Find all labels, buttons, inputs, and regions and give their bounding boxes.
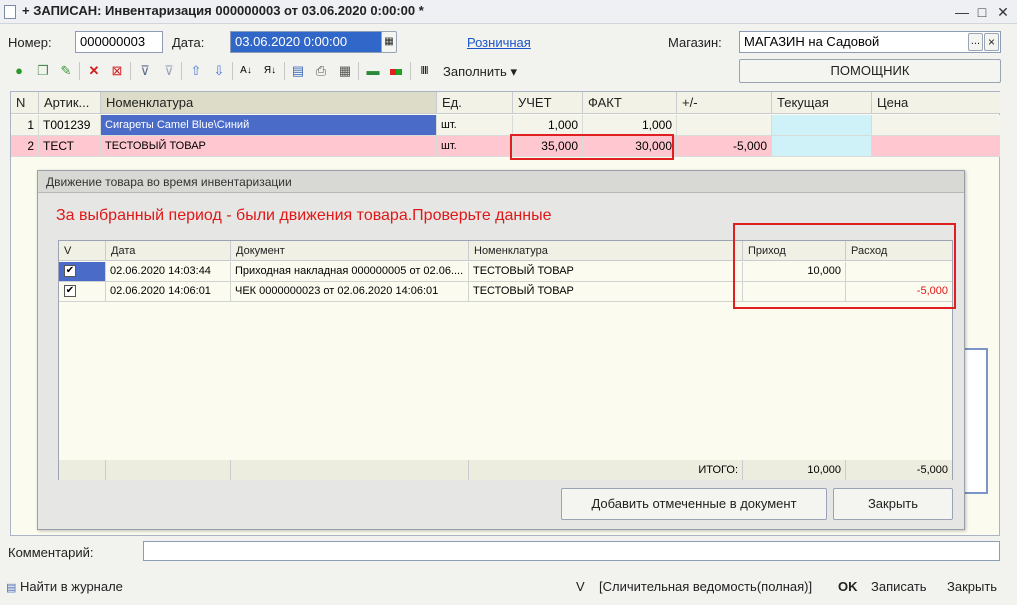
dialog-close-button[interactable]: Закрыть [833,488,953,520]
col-header-current[interactable]: Текущая [772,92,872,114]
highlight-frame [733,223,956,309]
comparison-report-link[interactable]: [Сличительная ведомость(полная)] [599,576,812,598]
row-article[interactable]: ТЕСТ [39,136,101,157]
save-button[interactable]: Записать [871,576,927,598]
highlight-frame [510,134,674,160]
total-expense: -5,000 [846,460,952,480]
find-journal-button[interactable]: ▤ Найти в журнале [6,576,123,599]
date-field[interactable]: 03.06.2020 0:00:00 [230,31,382,53]
filter-icon[interactable]: ⊽ [137,63,153,79]
col-header-unit[interactable]: Ед. [437,92,513,114]
row-item[interactable]: ТЕСТОВЫЙ ТОВАР [469,282,743,302]
store-label: Магазин: [668,35,722,50]
row-diff[interactable] [677,115,772,136]
row-checkbox[interactable]: ✔ [64,285,76,297]
move-up-icon[interactable]: ⇧ [188,63,204,79]
document-icon [4,5,16,19]
window-title: + ЗАПИСАН: Инвентаризация 000000003 от 0… [22,3,424,18]
title-bar: + ЗАПИСАН: Инвентаризация 000000003 от 0… [0,0,1017,24]
date-label: Дата: [172,35,205,50]
col-header-document[interactable]: Документ [231,241,469,261]
row-unit[interactable]: шт. [437,136,513,157]
warning-message: За выбранный период - были движения това… [56,207,552,224]
row-name[interactable]: Сигареты Camel Blue\Синий [101,115,437,136]
row-accounted[interactable]: 1,000 [513,115,583,136]
number-field[interactable]: 000000003 [75,31,163,53]
dialog-title: Движение товара во время инвентаризации [38,171,964,193]
side-panel [962,348,988,494]
fill-menu[interactable]: Заполнить ▾ [443,64,517,80]
col-header-article[interactable]: Артик... [39,92,101,114]
clear-filter-icon[interactable]: ⊽ [161,63,177,79]
row-checkbox[interactable]: ✔ [64,265,76,277]
table-row[interactable]: ✔ [59,282,106,302]
col-header-accounted[interactable]: УЧЕТ [513,92,583,114]
move-down-icon[interactable]: ⇩ [211,63,227,79]
col-header-date[interactable]: Дата [106,241,231,261]
col-header-n[interactable]: N [11,92,39,114]
total-income: 10,000 [743,460,846,480]
table-row[interactable]: 1 [11,115,39,136]
row-current[interactable] [772,136,872,157]
v-link[interactable]: V [576,576,585,598]
maximize-button[interactable]: □ [972,2,992,22]
store-field[interactable]: МАГАЗИН на Садовой [739,31,1001,53]
properties-icon[interactable]: ▤ [290,63,306,79]
retail-link[interactable]: Розничная [467,35,531,50]
ok-button[interactable]: OK [838,576,858,598]
copy-icon[interactable]: ❐ [35,63,51,79]
assistant-button[interactable]: ПОМОЩНИК [739,59,1001,83]
row-diff[interactable]: -5,000 [677,136,772,157]
row-date[interactable]: 02.06.2020 14:03:44 [106,262,231,282]
col-header-diff[interactable]: +/- [677,92,772,114]
journal-icon: ▤ [6,582,17,594]
row-unit[interactable]: шт. [437,115,513,136]
delete-icon[interactable]: ✕ [86,63,102,79]
print-icon[interactable]: ⎙ [313,63,329,79]
add-checked-button[interactable]: Добавить отмеченные в документ [561,488,827,520]
total-label: ИТОГО: [469,460,743,480]
row-date[interactable]: 02.06.2020 14:06:01 [106,282,231,302]
row-document[interactable]: ЧЕК 0000000023 от 02.06.2020 14:06:01 [231,282,469,302]
comment-label: Комментарий: [8,545,94,560]
comment-field[interactable] [143,541,1000,561]
status-bar: ▤ Найти в журнале V [Сличительная ведомо… [0,576,1017,598]
store-clear-button[interactable]: × [984,33,999,51]
row-price[interactable] [872,136,1000,157]
row-document[interactable]: Приходная накладная 000000005 от 02.06..… [231,262,469,282]
add-icon[interactable]: ● [11,63,27,79]
col-header-item[interactable]: Номенклатура [469,241,743,261]
row-name[interactable]: ТЕСТОВЫЙ ТОВАР [101,136,437,157]
row-current[interactable] [772,115,872,136]
sort-asc-icon[interactable]: A↓ [238,63,254,79]
scanner-icon[interactable] [388,63,404,79]
col-header-actual[interactable]: ФАКТ [583,92,677,114]
color-icon[interactable]: ▬ [365,63,381,79]
report-icon[interactable]: ▦ [337,63,353,79]
col-header-price[interactable]: Цена [872,92,1000,114]
col-header-check[interactable]: V [59,241,106,261]
edit-icon[interactable]: ✎ [58,63,74,79]
table-row[interactable]: ✔ [59,262,106,282]
sort-desc-icon[interactable]: Я↓ [262,63,278,79]
delete-marked-icon[interactable]: ⊠ [109,63,125,79]
row-price[interactable] [872,115,1000,136]
row-article[interactable]: T001239 [39,115,101,136]
barcode-icon[interactable]: ‖‖ [416,63,432,79]
number-label: Номер: [8,35,52,50]
col-header-name[interactable]: Номенклатура [101,92,437,114]
table-row[interactable]: 2 [11,136,39,157]
minimize-button[interactable]: — [952,2,972,22]
close-button[interactable]: Закрыть [947,576,997,598]
store-select-button[interactable]: ... [968,33,983,51]
close-window-button[interactable]: ✕ [993,2,1013,22]
calendar-icon[interactable]: ▦ [381,31,397,53]
row-actual[interactable]: 1,000 [583,115,677,136]
row-item[interactable]: ТЕСТОВЫЙ ТОВАР [469,262,743,282]
